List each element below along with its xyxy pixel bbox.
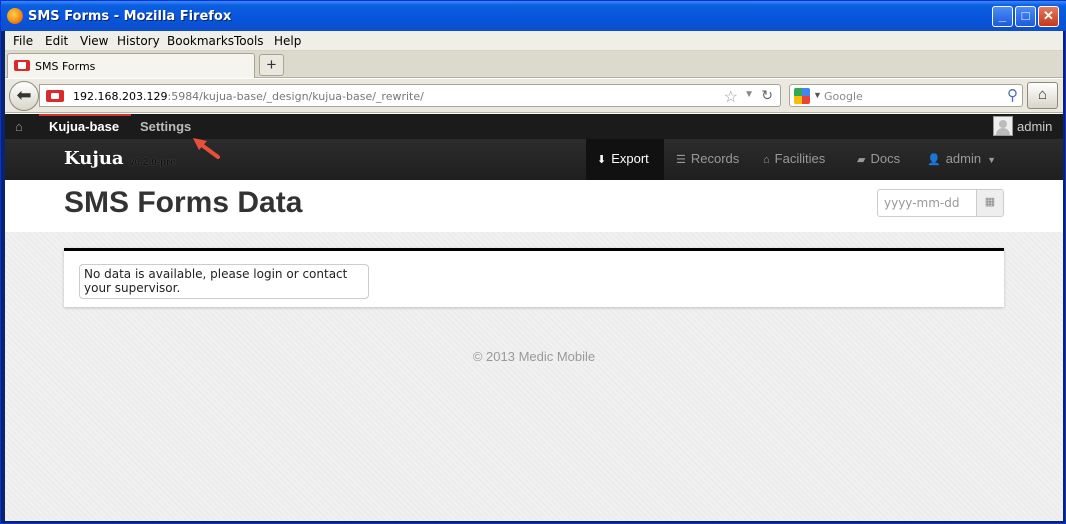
nav-export[interactable]: ⬇ Export (586, 139, 664, 180)
home-button[interactable]: ⌂ (1027, 82, 1058, 109)
bookmark-star-icon[interactable]: ☆ (724, 87, 738, 107)
book-icon: ▰ (857, 154, 866, 166)
topbar-settings-link[interactable]: Settings (140, 119, 191, 134)
brand-logo[interactable]: Kujua (64, 148, 124, 169)
date-field[interactable]: yyyy-mm-dd (877, 189, 977, 217)
app-version: v0.2.0-pre (129, 157, 176, 168)
url-history-dropdown-icon[interactable]: ▼ (744, 89, 754, 100)
nav-facilities[interactable]: ⌂ Facilities (763, 139, 825, 180)
navigation-toolbar: ⬅ 192.168.203.129:5984/kujua-base/_desig… (5, 79, 1063, 113)
window-title: SMS Forms - Mozilla Firefox (28, 9, 232, 24)
minimize-button[interactable]: _ (992, 6, 1013, 27)
topbar-db-link[interactable]: Kujua-base (49, 119, 119, 134)
nav-docs-label: Docs (870, 151, 901, 166)
close-button[interactable]: ✕ (1038, 6, 1059, 27)
search-engine-dropdown-icon[interactable]: ▼ (813, 90, 822, 100)
content-area: No data is available, please login or co… (5, 232, 1063, 521)
page-header: SMS Forms Data yyyy-mm-dd ▦ (5, 180, 1063, 232)
menu-edit[interactable]: Edit (45, 34, 68, 48)
menu-bar: File Edit View History Bookmarks Tools H… (5, 31, 1063, 51)
google-engine-icon[interactable] (794, 88, 810, 104)
app-navbar: Kujua v0.2.0-pre ⬇ Export ☰ Records ⌂ Facil… (5, 139, 1063, 180)
nav-user-label: admin (945, 151, 982, 166)
menu-help[interactable]: Help (274, 34, 301, 48)
title-bar: SMS Forms - Mozilla Firefox _ □ ✕ (1, 1, 1066, 31)
tab-strip: SMS Forms + (5, 51, 1063, 78)
menu-history[interactable]: History (117, 34, 160, 48)
data-panel: No data is available, please login or co… (64, 248, 1004, 307)
url-text[interactable]: 192.168.203.129:5984/kujua-base/_design/… (73, 90, 424, 103)
url-bar[interactable]: 192.168.203.129:5984/kujua-base/_design/… (39, 84, 781, 107)
nav-export-label: Export (611, 151, 649, 166)
search-placeholder: Google (824, 90, 863, 103)
topbar-username[interactable]: admin (1017, 119, 1052, 134)
nav-user-menu[interactable]: 👤 admin ▼ (927, 139, 996, 180)
download-icon: ⬇ (597, 154, 607, 166)
home-icon: ⌂ (763, 154, 770, 166)
menu-bookmarks[interactable]: Bookmarks (167, 34, 234, 48)
tab-label: SMS Forms (35, 60, 96, 73)
url-host: 192.168.203.129 (73, 90, 168, 103)
home-icon[interactable]: ⌂ (15, 119, 23, 134)
firefox-icon (7, 8, 23, 24)
caret-down-icon: ▼ (987, 155, 997, 165)
search-magnifier-icon[interactable]: ⚲ (1007, 86, 1018, 104)
active-indicator (39, 114, 131, 116)
footer-copyright: © 2013 Medic Mobile (472, 349, 596, 364)
browser-client: File Edit View History Bookmarks Tools H… (5, 31, 1063, 521)
reload-icon[interactable]: ↻ (761, 87, 773, 104)
annotation-arrow-icon (193, 138, 220, 159)
nav-facilities-label: Facilities (774, 151, 826, 166)
list-icon: ☰ (676, 154, 686, 166)
web-page: ⌂ Kujua-base Settings admin Kujua v0.2.0… (5, 114, 1063, 521)
menu-tools[interactable]: Tools (234, 34, 264, 48)
back-button[interactable]: ⬅ (9, 81, 39, 111)
menu-view[interactable]: View (80, 34, 108, 48)
medic-favicon-icon (14, 60, 30, 71)
nav-records-label: Records (690, 151, 740, 166)
avatar[interactable] (993, 116, 1013, 136)
nav-docs[interactable]: ▰ Docs (857, 139, 900, 180)
maximize-button[interactable]: □ (1015, 6, 1036, 27)
tab-sms-forms[interactable]: SMS Forms (7, 53, 255, 78)
firefox-window: SMS Forms - Mozilla Firefox _ □ ✕ File E… (0, 0, 1066, 524)
nav-records[interactable]: ☰ Records (676, 139, 739, 180)
page-title: SMS Forms Data (64, 186, 303, 219)
url-path: :5984/kujua-base/_design/kujua-base/_rew… (167, 90, 424, 103)
menu-file[interactable]: File (13, 34, 33, 48)
calendar-icon[interactable]: ▦ (976, 189, 1004, 217)
site-identity-icon[interactable] (46, 90, 64, 102)
search-bar[interactable]: ▼ Google ⚲ (789, 84, 1023, 107)
no-data-message: No data is available, please login or co… (79, 264, 369, 299)
user-icon: 👤 (927, 154, 941, 166)
new-tab-button[interactable]: + (259, 54, 284, 76)
kanso-topbar: ⌂ Kujua-base Settings admin (5, 114, 1063, 139)
